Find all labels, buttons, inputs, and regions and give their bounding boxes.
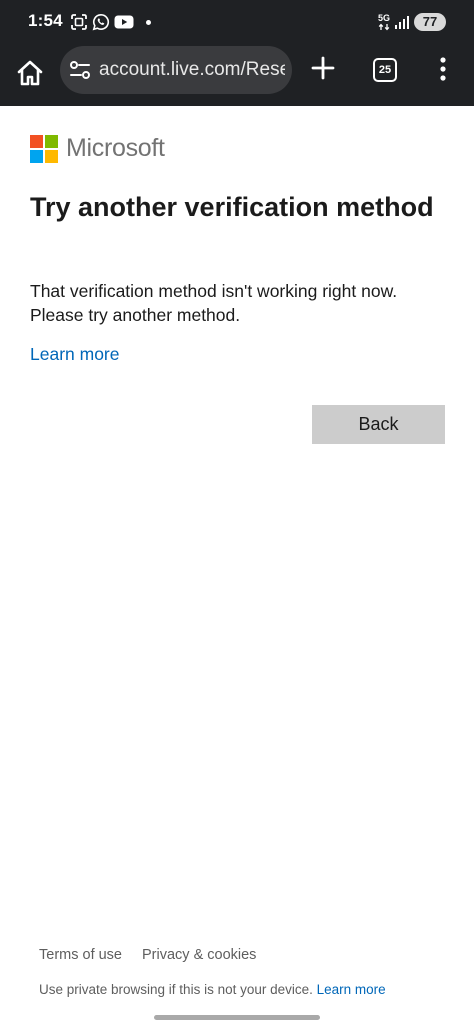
- network-5g-icon: 5G: [377, 12, 390, 31]
- footer-learn-more-link[interactable]: Learn more: [317, 982, 386, 997]
- gesture-navigation-bar[interactable]: [154, 1015, 320, 1020]
- logo-square-blue: [30, 149, 43, 163]
- status-system-icons: 5G 77: [378, 11, 446, 33]
- logo-square-yellow: [45, 149, 58, 163]
- site-settings-icon[interactable]: [68, 58, 92, 82]
- home-icon[interactable]: [14, 57, 46, 89]
- whatsapp-icon: [92, 13, 110, 31]
- error-description: That verification method isn't working r…: [30, 281, 398, 325]
- battery-icon: 77: [414, 13, 446, 31]
- terms-of-use-link[interactable]: Terms of use: [39, 947, 122, 963]
- more-menu-icon[interactable]: [437, 56, 449, 82]
- footer-links: Terms of use Privacy & cookies: [39, 947, 256, 963]
- back-button[interactable]: Back: [312, 405, 445, 444]
- url-text[interactable]: account.live.com/ResetPassword: [99, 59, 285, 81]
- network-label: 5G: [377, 12, 390, 23]
- status-time: 1:54: [28, 11, 63, 30]
- phone-screen: 1:54 5G 77 account.live.com/Rese 25 Micr…: [0, 0, 474, 1027]
- signal-icon: [395, 16, 409, 29]
- youtube-icon: [114, 15, 134, 29]
- screenshot-icon: [71, 14, 87, 30]
- page-title: Try another verification method: [30, 192, 434, 222]
- address-bar[interactable]: account.live.com/ResetPassword: [60, 46, 292, 94]
- microsoft-wordmark: Microsoft: [66, 134, 165, 162]
- privacy-cookies-link[interactable]: Privacy & cookies: [142, 947, 256, 963]
- microsoft-logo-icon: [30, 134, 58, 163]
- status-bar: 1:54 5G 77: [0, 0, 474, 44]
- data-arrows-icon: [378, 23, 390, 30]
- learn-more-link[interactable]: Learn more: [30, 344, 120, 365]
- logo-square-green: [45, 134, 58, 148]
- microsoft-logo: Microsoft: [30, 134, 165, 163]
- notification-dot-icon: [146, 19, 151, 25]
- status-notification-icons: [70, 12, 151, 32]
- new-tab-icon[interactable]: [310, 55, 336, 81]
- private-browsing-text: Use private browsing if this is not your…: [39, 982, 313, 997]
- tab-switcher-icon[interactable]: 25: [373, 58, 397, 82]
- private-browsing-note: Use private browsing if this is not your…: [39, 982, 459, 997]
- logo-square-red: [30, 134, 43, 148]
- browser-toolbar: account.live.com/ResetPassword 25: [0, 44, 474, 106]
